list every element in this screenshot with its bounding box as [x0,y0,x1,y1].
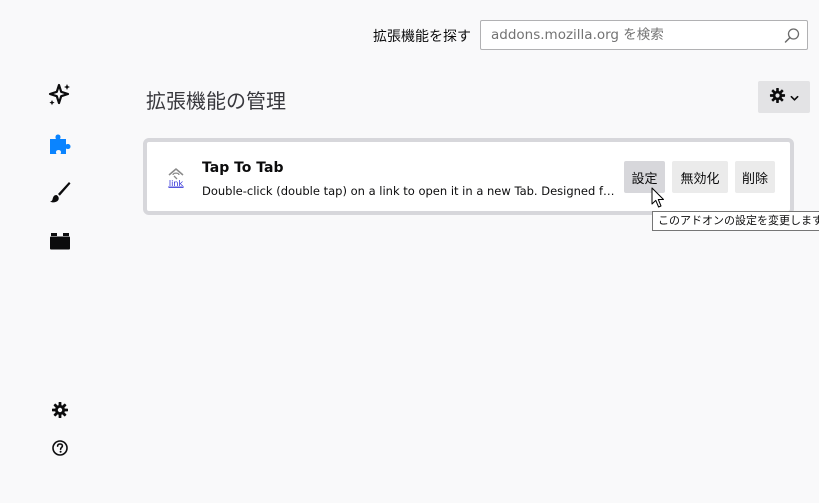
gear-icon [51,401,69,419]
addons-manager-page: 拡張機能を探す addons.mozilla.org を検索 拡張機能の管理 l… [0,0,819,503]
gear-icon [769,87,786,108]
plugin-block-icon [47,228,73,254]
search-label: 拡張機能を探す [373,29,471,45]
brush-icon [47,179,73,205]
sidebar-item-addon-options[interactable] [45,395,75,425]
page-title: 拡張機能の管理 [146,89,286,113]
search-icon[interactable] [783,27,801,45]
remove-button[interactable]: 削除 [735,161,775,193]
preferences-tooltip: このアドオンの設定を変更します [652,211,819,231]
addon-description: Double-click (double tap) on a link to o… [202,184,617,198]
sidebar-item-plugins[interactable] [45,226,75,256]
sidebar-item-addon-support[interactable] [45,433,75,463]
addon-link-icon: link [164,165,188,189]
sparkle-icon [47,82,73,108]
addon-name: Tap To Tab [202,160,284,176]
search-box[interactable] [480,20,808,50]
sidebar-item-themes[interactable] [45,177,75,207]
chevron-down-icon [790,88,799,107]
mouse-cursor-icon [651,187,665,213]
tools-menu-button[interactable] [758,81,810,113]
search-input[interactable] [481,21,781,49]
sidebar-item-extensions[interactable] [45,129,75,159]
addon-card[interactable]: link Tap To Tab Double-click (double tap… [143,138,794,215]
disable-button[interactable]: 無効化 [672,161,728,193]
help-icon [51,439,69,457]
puzzle-icon [47,131,73,157]
sidebar-item-recommendations[interactable] [45,80,75,110]
